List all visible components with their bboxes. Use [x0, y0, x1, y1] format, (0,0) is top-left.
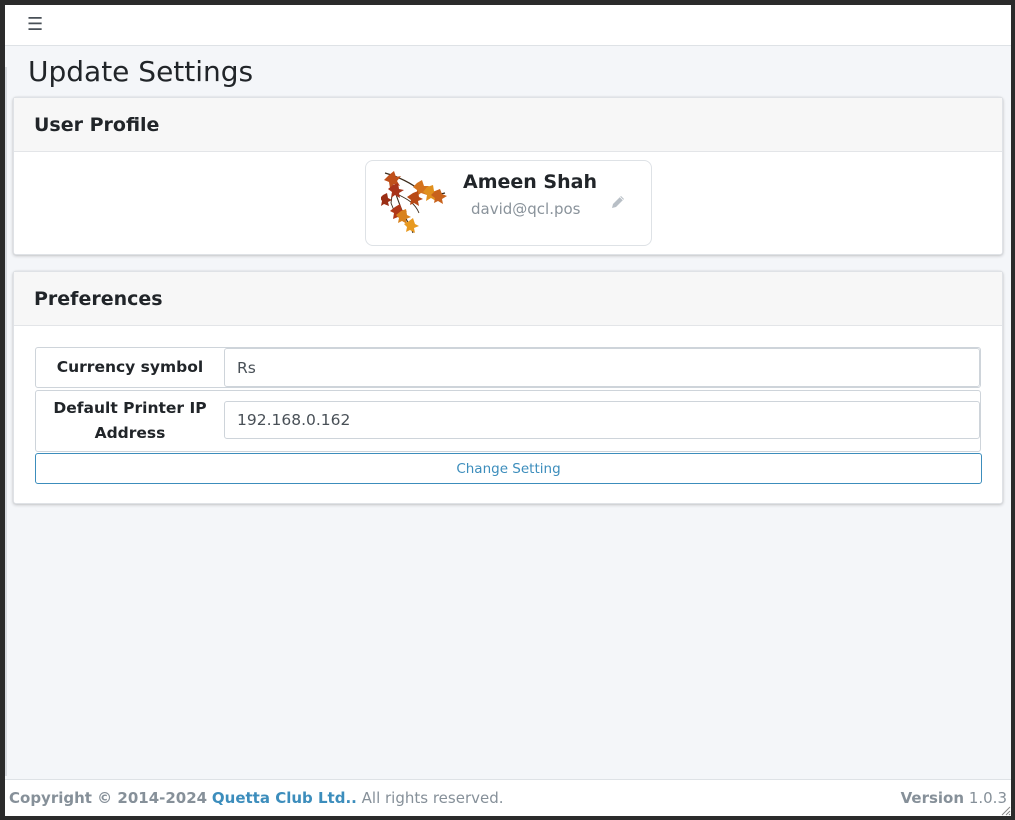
sidebar-edge [5, 67, 7, 776]
autumn-leaves-avatar [381, 171, 447, 234]
pencil-icon[interactable] [610, 194, 626, 210]
change-setting-button[interactable]: Change Setting [35, 453, 982, 484]
footer-copyright: Copyright © 2014-2024 Quetta Club Ltd.. … [9, 789, 504, 807]
printer-ip-group: Default Printer IP Address [35, 390, 981, 452]
user-profile-card: User Profile Ameen Shah david@qcl.pos [13, 97, 1003, 255]
preferences-card-header: Preferences [14, 272, 1002, 326]
currency-symbol-group: Currency symbol [35, 347, 981, 388]
resize-grip-icon[interactable] [999, 804, 1011, 816]
profile-summary: Ameen Shah david@qcl.pos [365, 160, 652, 246]
page-title: Update Settings [28, 55, 254, 88]
rights-text: All rights reserved. [361, 789, 504, 807]
profile-email: david@qcl.pos [471, 200, 581, 218]
profile-name: Ameen Shah [463, 171, 597, 193]
top-navbar: ☰ [5, 5, 1011, 46]
preferences-card-title: Preferences [34, 287, 163, 310]
footer-version: Version 1.0.3 [901, 789, 1007, 807]
footer: Copyright © 2014-2024 Quetta Club Ltd.. … [5, 779, 1011, 816]
printer-ip-input[interactable] [224, 400, 980, 439]
app-window: ☰ Update Settings User Profile Ameen Sha… [5, 5, 1011, 816]
user-profile-card-header: User Profile [14, 98, 1002, 152]
currency-symbol-input[interactable] [224, 348, 980, 387]
user-profile-card-title: User Profile [34, 113, 160, 136]
copyright-text: Copyright © 2014-2024 [9, 789, 208, 807]
version-label: Version [900, 789, 965, 807]
preferences-card: Preferences Currency symbol Default Prin… [13, 271, 1003, 504]
printer-ip-label: Default Printer IP Address [53, 399, 207, 442]
company-link[interactable]: Quetta Club Ltd.. [212, 789, 357, 807]
currency-symbol-label: Currency symbol [56, 358, 204, 376]
hamburger-menu-icon[interactable]: ☰ [27, 14, 45, 36]
